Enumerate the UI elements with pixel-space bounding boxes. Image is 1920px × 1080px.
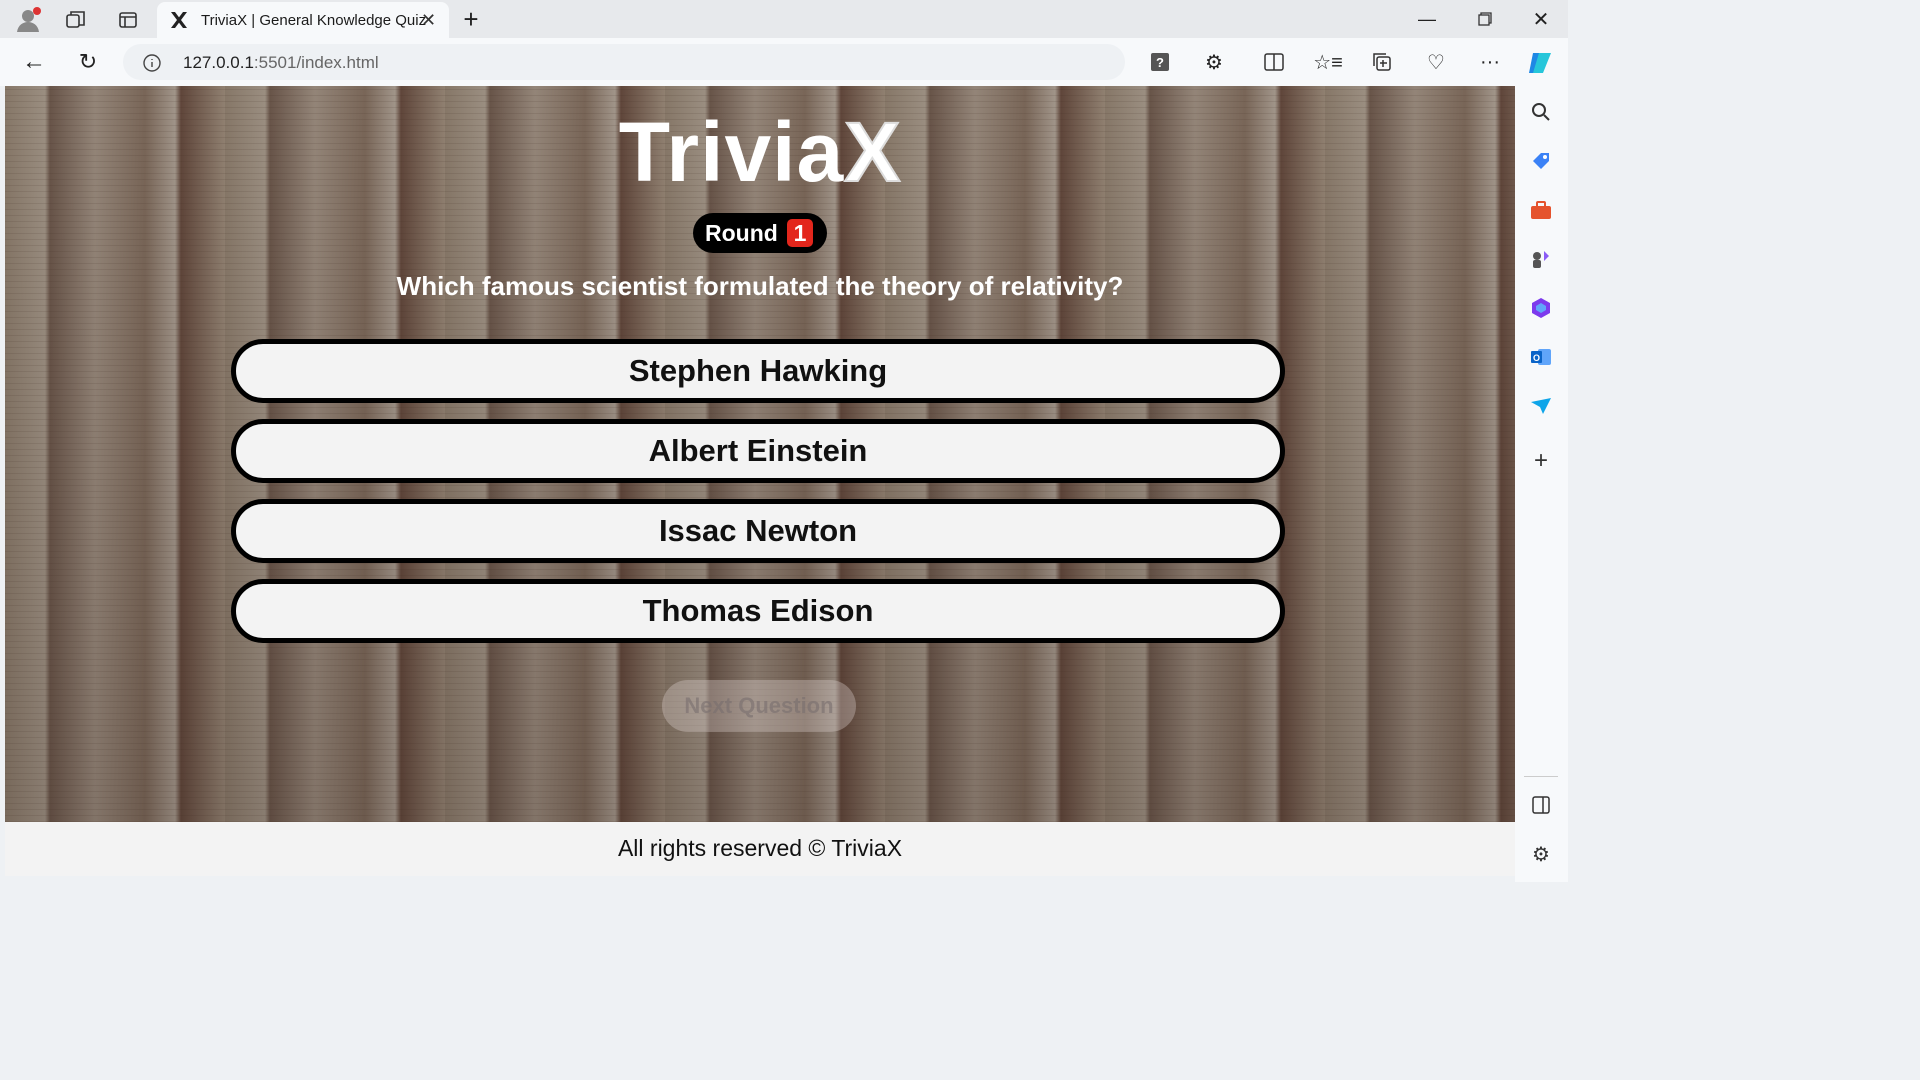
shopping-tag-icon[interactable] [1528,148,1554,174]
split-screen-icon[interactable] [1260,48,1288,76]
footer-text: All rights reserved © TriviaX [5,822,1515,876]
new-tab-icon[interactable]: + [458,4,484,34]
tab-bar: TriviaX | General Knowledge Quiz ✕ + — ✕ [0,0,1568,38]
hide-sidebar-icon[interactable] [1528,792,1554,818]
question-text: Which famous scientist formulated the th… [396,271,1124,301]
sidebar-divider [1524,776,1558,777]
microsoft-365-icon[interactable] [1528,295,1554,321]
site-info-icon[interactable] [141,52,163,74]
answer-button[interactable]: Thomas Edison [231,579,1285,643]
browser-essentials-icon[interactable]: ♡ [1422,48,1450,76]
tab-triviax[interactable]: TriviaX | General Knowledge Quiz ✕ [157,2,449,38]
send-drop-icon[interactable] [1528,393,1554,419]
round-number: 1 [787,219,813,247]
logo-text: Trivia [618,105,845,199]
url-host: 127.0.0.1 [183,53,254,72]
url-text: 127.0.0.1:5501/index.html [183,53,379,73]
favorites-icon[interactable]: ☆≡ [1313,48,1343,76]
back-icon[interactable]: ← [20,48,48,76]
round-badge: Round 1 [693,213,827,253]
url-path: :5501/index.html [253,53,379,72]
workspaces-icon[interactable] [62,6,90,34]
close-window-icon[interactable]: ✕ [1526,6,1556,32]
games-icon[interactable] [1528,246,1554,272]
triviax-favicon-icon [169,10,189,30]
tools-briefcase-icon[interactable] [1528,197,1554,223]
profile-icon[interactable] [14,6,42,34]
close-tab-icon[interactable]: ✕ [421,10,436,31]
refresh-icon[interactable]: ↻ [74,48,102,76]
quiz-page: TriviaX Round 1 Which famous scientist f… [5,86,1515,822]
svg-text:?: ? [1156,55,1164,70]
svg-text:O: O [1533,353,1540,363]
answer-button[interactable]: Stephen Hawking [231,339,1285,403]
tab-actions-icon[interactable] [114,6,142,34]
answer-button[interactable]: Issac Newton [231,499,1285,563]
extensions-icon[interactable]: ⚙ [1200,48,1228,76]
settings-more-icon[interactable]: ··· [1476,48,1504,76]
logo-x: X [843,104,902,200]
browser-sidebar: O + ⚙ [1515,86,1568,882]
sidebar-settings-gear-icon[interactable]: ⚙ [1528,841,1554,867]
copilot-icon[interactable] [1526,48,1556,78]
next-question-button[interactable]: Next Question [662,680,856,732]
triviax-logo: TriviaX [5,104,1515,201]
collections-icon[interactable] [1368,48,1396,76]
address-bar[interactable]: 127.0.0.1:5501/index.html [123,44,1125,80]
minimize-icon[interactable]: — [1412,6,1442,32]
restore-icon[interactable] [1470,6,1500,32]
help-icon[interactable]: ? [1146,48,1174,76]
outlook-icon[interactable]: O [1528,344,1554,370]
answer-button[interactable]: Albert Einstein [231,419,1285,483]
round-label: Round [705,220,778,246]
search-icon[interactable] [1528,99,1554,125]
add-sidebar-app-icon[interactable]: + [1528,447,1554,474]
tab-title: TriviaX | General Knowledge Quiz [201,12,427,29]
